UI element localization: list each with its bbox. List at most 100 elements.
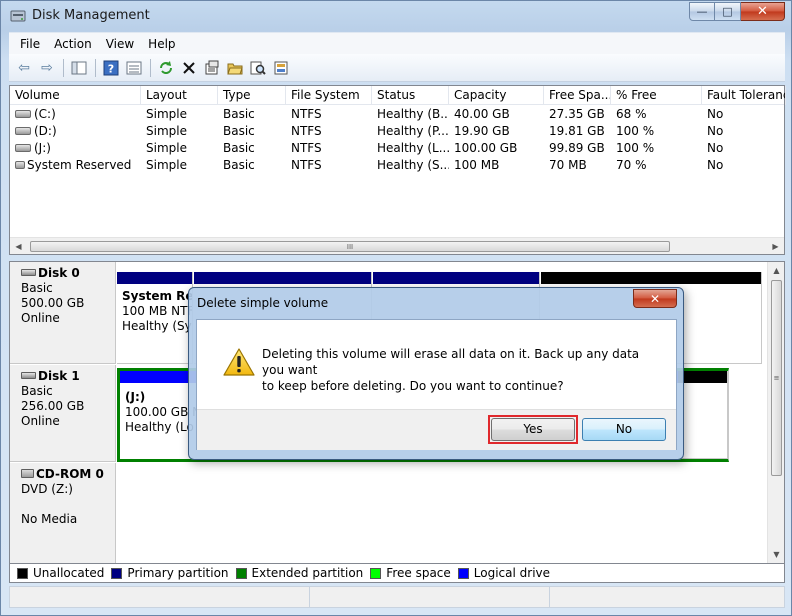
cd-rom-0-label[interactable]: CD-ROM 0 DVD (Z:) No Media: [10, 463, 116, 563]
disk-name: CD-ROM 0: [21, 467, 115, 482]
legend-bar: Unallocated Primary partition Extended p…: [9, 563, 785, 583]
caption-buttons: — □ ✕: [689, 2, 785, 22]
delete-icon[interactable]: [178, 57, 200, 79]
capacity-cell: 40.00 GB: [454, 107, 510, 121]
refresh-icon[interactable]: [155, 57, 177, 79]
percent-free-cell: 100 %: [616, 124, 655, 138]
scroll-right-icon[interactable]: ▶: [767, 238, 784, 255]
legend-label: Unallocated: [33, 566, 105, 580]
menu-file[interactable]: File: [13, 37, 47, 51]
volume-name-cell: System Reserved: [10, 157, 141, 174]
volume-list-header: Volume Layout Type File System Status Ca…: [10, 86, 786, 105]
volume-name-cell: (D:): [10, 123, 141, 140]
volume-row[interactable]: (C:) Simple Basic NTFS Healthy (B... 40.…: [10, 106, 784, 123]
yes-button[interactable]: Yes: [491, 418, 575, 441]
scroll-left-icon[interactable]: ◀: [10, 238, 27, 255]
disk-name: Disk 1: [21, 369, 115, 384]
unallocated-bar: [541, 272, 761, 285]
column-header-free-space[interactable]: Free Spa...: [544, 86, 611, 105]
column-header-file-system[interactable]: File System: [286, 86, 372, 105]
cd-rom-0-name: CD-ROM 0: [36, 467, 104, 481]
cd-rom-icon: [21, 469, 34, 478]
warning-icon: [223, 348, 255, 376]
legend-swatch: [457, 567, 469, 579]
legend-swatch: [235, 567, 247, 579]
scroll-down-icon[interactable]: ▼: [768, 546, 784, 563]
delete-volume-dialog: Delete simple volume ✕ Deleting this vol…: [188, 287, 684, 460]
search-icon[interactable]: [247, 57, 269, 79]
close-window-button[interactable]: ✕: [741, 2, 785, 21]
type-cell: Basic: [223, 141, 255, 155]
fault-tolerance-cell: No: [707, 158, 724, 172]
legend-label: Logical drive: [473, 566, 551, 580]
toolbar-separator: [150, 58, 151, 77]
properties-view-icon[interactable]: [123, 57, 145, 79]
hard-disk-icon: [21, 269, 36, 276]
vertical-scrollbar[interactable]: ▲ ≡ ▼: [767, 262, 784, 563]
partition-details: System Res 100 MB NTF Healthy (Sys: [117, 285, 192, 334]
column-header-capacity[interactable]: Capacity: [449, 86, 544, 105]
legend-swatch: [370, 567, 382, 579]
dialog-close-button[interactable]: ✕: [633, 289, 677, 308]
show-hide-console-tree-icon[interactable]: [68, 57, 90, 79]
menu-help[interactable]: Help: [141, 37, 182, 51]
status-cell: Healthy (B...: [377, 107, 449, 121]
volume-row[interactable]: (D:) Simple Basic NTFS Healthy (P... 19.…: [10, 123, 784, 140]
partition-unallocated-disk-1[interactable]: [678, 371, 728, 459]
column-header-percent-free[interactable]: % Free: [611, 86, 702, 105]
file-system-cell: NTFS: [291, 107, 322, 121]
disk-0-label[interactable]: Disk 0 Basic 500.00 GB Online: [10, 262, 116, 364]
drive-icon: [15, 160, 25, 169]
minimize-button[interactable]: —: [689, 2, 715, 21]
cd-rom-0-type: DVD (Z:): [21, 482, 73, 496]
column-header-volume[interactable]: Volume: [10, 86, 141, 105]
legend-label: Primary partition: [127, 566, 229, 580]
volume-name-cell: (C:): [10, 106, 141, 123]
no-button[interactable]: No: [582, 418, 666, 441]
partition-system-reserved[interactable]: System Res 100 MB NTF Healthy (Sys: [117, 272, 193, 364]
capacity-cell: 19.90 GB: [454, 124, 510, 138]
dialog-content: Deleting this volume will erase all data…: [196, 319, 677, 450]
percent-free-cell: 68 %: [616, 107, 647, 121]
file-system-cell: NTFS: [291, 141, 322, 155]
maximize-button[interactable]: □: [715, 2, 741, 21]
column-header-type[interactable]: Type: [218, 86, 286, 105]
back-icon[interactable]: ⇦: [13, 57, 35, 79]
legend-item-logical-drive: Logical drive: [457, 566, 551, 580]
open-folder-icon[interactable]: [224, 57, 246, 79]
partition-size: 100 MB NTF: [122, 304, 193, 318]
forward-icon[interactable]: ⇨: [36, 57, 58, 79]
disk-1-size: 256.00 GB: [21, 399, 85, 413]
menu-action[interactable]: Action: [47, 37, 99, 51]
column-header-fault-tolerance[interactable]: Fault Toleranc: [702, 86, 786, 105]
legend-item-free-space: Free space: [370, 566, 451, 580]
toolbar: ⇦ ⇨ ?: [9, 54, 785, 82]
legend-label: Free space: [386, 566, 451, 580]
dialog-title: Delete simple volume: [197, 296, 329, 310]
layout-cell: Simple: [146, 141, 187, 155]
volume-row[interactable]: (J:) Simple Basic NTFS Healthy (L... 100…: [10, 140, 784, 157]
vertical-scroll-thumb[interactable]: ≡: [771, 280, 782, 476]
primary-partition-bar: [117, 272, 192, 285]
properties-icon[interactable]: [201, 57, 223, 79]
partition-label: System Res: [122, 289, 193, 303]
title-bar: Disk Management — □ ✕: [1, 1, 791, 31]
volume-row[interactable]: System Reserved Simple Basic NTFS Health…: [10, 157, 784, 174]
scroll-up-icon[interactable]: ▲: [768, 262, 784, 279]
help-icon[interactable]: ?: [100, 57, 122, 79]
status-bar-cell: [10, 587, 310, 607]
layout-cell: Simple: [146, 158, 187, 172]
drive-icon: [15, 109, 31, 118]
horizontal-scroll-thumb[interactable]: III: [30, 241, 670, 252]
disk-settings-icon[interactable]: [270, 57, 292, 79]
scroll-grip-icon: III: [346, 242, 354, 251]
menu-view[interactable]: View: [99, 37, 141, 51]
disk-1-label[interactable]: Disk 1 Basic 256.00 GB Online: [10, 365, 116, 462]
disk-1-state: Online: [21, 414, 60, 428]
horizontal-scrollbar[interactable]: ◀ III ▶: [10, 237, 784, 254]
column-header-status[interactable]: Status: [372, 86, 449, 105]
column-header-layout[interactable]: Layout: [141, 86, 218, 105]
disk-management-window: Disk Management — □ ✕ File Action View H…: [0, 0, 792, 616]
dialog-message: Deleting this volume will erase all data…: [262, 346, 662, 394]
legend-swatch: [111, 567, 123, 579]
